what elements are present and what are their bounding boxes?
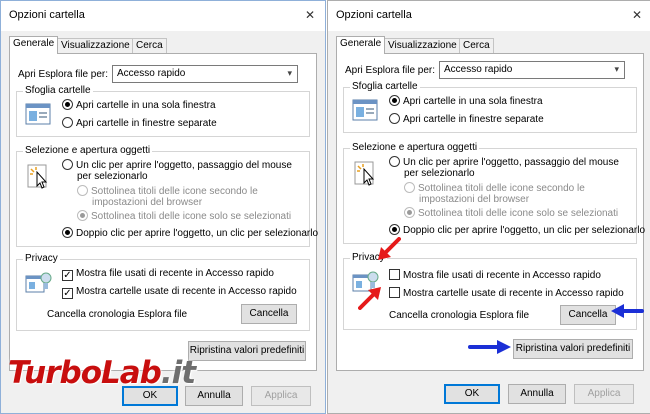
single-click-option[interactable]: Un clic per aprire l'oggetto, passaggio …	[62, 159, 292, 182]
show-recent-folders-option[interactable]: Mostra cartelle usate di recente in Acce…	[389, 287, 624, 300]
underline-selected-option[interactable]: Sottolinea titoli delle icone solo se se…	[77, 210, 291, 223]
radio-button[interactable]	[77, 210, 88, 221]
click-items-legend: Selezione e apertura oggetti	[350, 142, 480, 154]
open-explorer-label: Apri Esplora file per:	[345, 65, 436, 76]
radio-button[interactable]	[62, 159, 73, 170]
double-click-option[interactable]: Doppio clic per aprire l'oggetto, un cli…	[62, 227, 318, 240]
radio-button[interactable]	[62, 117, 73, 128]
tab-view[interactable]: Visualizzazione	[384, 38, 461, 53]
click-items-group: Selezione e apertura oggetti Un clic per…	[343, 142, 645, 244]
apply-button[interactable]: Applica	[574, 384, 634, 404]
blue-arrow-icon	[468, 340, 511, 354]
close-icon[interactable]: ✕	[305, 8, 315, 22]
tab-general[interactable]: Generale	[9, 36, 59, 54]
clear-button[interactable]: Cancella	[241, 304, 297, 324]
open-explorer-value: Accesso rapido	[444, 64, 513, 75]
folder-window-icon	[352, 99, 378, 121]
radio-button[interactable]	[77, 185, 88, 196]
show-recent-folders-option[interactable]: ✓ Mostra cartelle usate di recente in Acc…	[62, 286, 297, 299]
close-icon[interactable]: ✕	[632, 8, 642, 22]
red-arrow-icon	[358, 287, 381, 310]
checkbox[interactable]	[389, 287, 400, 298]
radio-button[interactable]	[389, 95, 400, 106]
tab-general[interactable]: Generale	[336, 36, 386, 54]
folder-options-dialog-left: Opzioni cartella ✕ Generale Visualizzazi…	[0, 0, 326, 414]
radio-button[interactable]	[389, 156, 400, 167]
show-recent-files-option[interactable]: Mostra file usati di recente in Accesso …	[389, 269, 601, 282]
watermark-logo: TurboLab.it	[8, 355, 196, 391]
title-bar: Opzioni cartella ✕	[328, 1, 650, 31]
clear-history-label: Cancella cronologia Esplora file	[47, 309, 188, 320]
browse-separate-window-option[interactable]: Apri cartelle in finestre separate	[389, 113, 544, 126]
apply-button[interactable]: Applica	[251, 386, 311, 406]
pointer-click-icon	[354, 161, 375, 186]
folder-options-dialog-right: Opzioni cartella ✕ Generale Visualizzazi…	[327, 0, 650, 414]
radio-button[interactable]	[62, 227, 73, 238]
click-items-legend: Selezione e apertura oggetti	[23, 145, 153, 157]
clear-button[interactable]: Cancella	[560, 305, 616, 325]
tab-view[interactable]: Visualizzazione	[57, 38, 134, 53]
checkbox[interactable]	[389, 269, 400, 280]
clear-history-label: Cancella cronologia Esplora file	[389, 310, 530, 321]
ok-button[interactable]: OK	[444, 384, 500, 404]
cancel-button[interactable]: Annulla	[508, 384, 566, 404]
window-title: Opzioni cartella	[9, 9, 85, 21]
open-explorer-select[interactable]: Accesso rapido ▾	[439, 61, 625, 79]
browse-same-window-option[interactable]: Apri cartelle in una sola finestra	[62, 99, 216, 112]
window-title: Opzioni cartella	[336, 9, 412, 21]
browse-same-window-option[interactable]: Apri cartelle in una sola finestra	[389, 95, 543, 108]
privacy-legend: Privacy	[23, 253, 60, 265]
checkbox[interactable]: ✓	[62, 288, 73, 299]
open-explorer-label: Apri Esplora file per:	[18, 69, 109, 80]
open-explorer-value: Accesso rapido	[117, 68, 186, 79]
checkbox[interactable]: ✓	[62, 270, 73, 281]
folder-window-icon	[25, 103, 51, 125]
radio-button[interactable]	[404, 182, 415, 193]
tab-search[interactable]: Cerca	[132, 38, 167, 53]
browse-folders-group: Sfoglia cartelle Apri cartelle in una so…	[343, 81, 637, 133]
underline-selected-option[interactable]: Sottolinea titoli delle icone solo se se…	[404, 207, 618, 220]
browse-separate-window-option[interactable]: Apri cartelle in finestre separate	[62, 117, 217, 130]
radio-button[interactable]	[404, 207, 415, 218]
radio-button[interactable]	[62, 99, 73, 110]
click-items-group: Selezione e apertura oggetti Un clic per…	[16, 145, 318, 247]
browse-folders-group: Sfoglia cartelle Apri cartelle in una so…	[16, 85, 310, 137]
general-tab-panel: Apri Esplora file per: Accesso rapido ▾ …	[9, 53, 318, 371]
tab-search[interactable]: Cerca	[459, 38, 494, 53]
single-click-option[interactable]: Un clic per aprire l'oggetto, passaggio …	[389, 156, 619, 179]
underline-browser-option[interactable]: Sottolinea titoli delle icone secondo le…	[77, 185, 258, 208]
chevron-down-icon: ▾	[614, 64, 619, 74]
red-arrow-icon	[378, 237, 401, 260]
show-recent-files-option[interactable]: ✓ Mostra file usati di recente in Accesso…	[62, 268, 274, 281]
general-tab-panel: Apri Esplora file per: Accesso rapido ▾ …	[336, 53, 645, 371]
restore-defaults-button[interactable]: Ripristina valori predefiniti	[513, 339, 633, 359]
blue-arrow-icon	[611, 304, 644, 318]
title-bar: Opzioni cartella ✕	[1, 1, 325, 31]
browse-folders-legend: Sfoglia cartelle	[23, 85, 93, 97]
radio-button[interactable]	[389, 113, 400, 124]
double-click-option[interactable]: Doppio clic per aprire l'oggetto, un cli…	[389, 224, 645, 237]
underline-browser-option[interactable]: Sottolinea titoli delle icone secondo le…	[404, 182, 585, 205]
privacy-group: Privacy Mostra file usati di recente in …	[343, 252, 637, 330]
open-explorer-select[interactable]: Accesso rapido ▾	[112, 65, 298, 83]
browse-folders-legend: Sfoglia cartelle	[350, 81, 420, 93]
privacy-group: Privacy ✓ Mostra file usati di recente in…	[16, 253, 310, 331]
radio-button[interactable]	[389, 224, 400, 235]
privacy-icon	[25, 272, 52, 293]
pointer-click-icon	[27, 164, 48, 189]
chevron-down-icon: ▾	[287, 68, 292, 78]
